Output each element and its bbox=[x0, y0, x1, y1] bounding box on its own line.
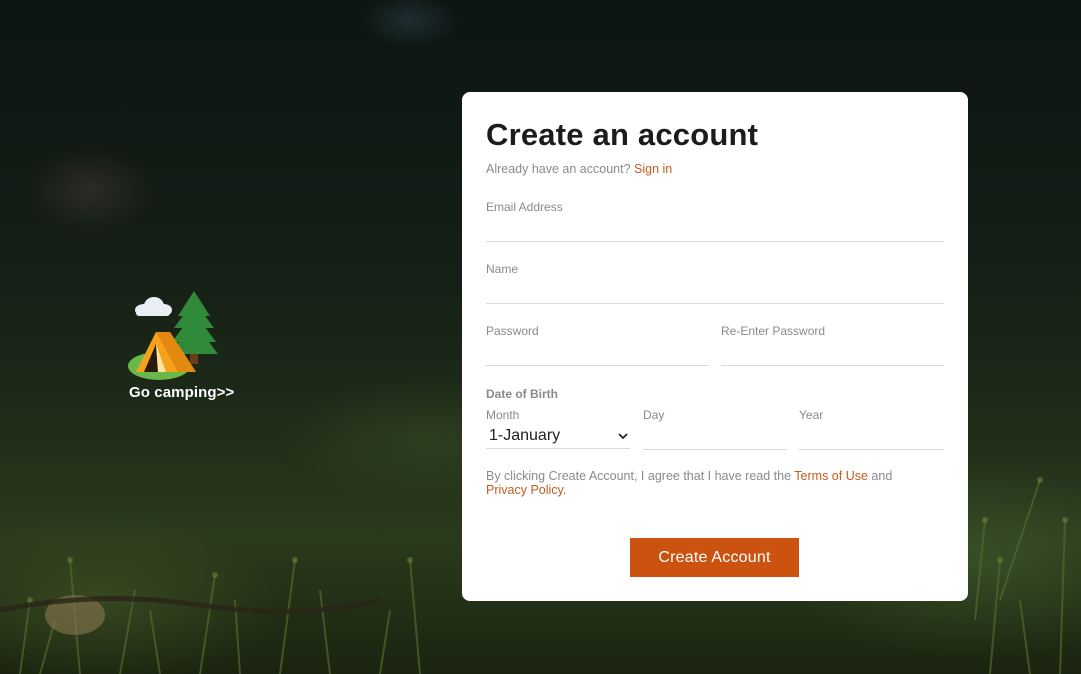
privacy-policy-link[interactable]: Privacy Policy bbox=[486, 483, 563, 497]
signin-link[interactable]: Sign in bbox=[634, 162, 672, 176]
name-field[interactable] bbox=[486, 282, 944, 304]
day-label: Day bbox=[643, 408, 665, 422]
year-label: Year bbox=[799, 408, 824, 422]
date-of-birth-heading: Date of Birth bbox=[486, 387, 558, 401]
chevron-down-icon bbox=[618, 433, 628, 440]
reenter-password-label: Re-Enter Password bbox=[721, 324, 826, 338]
email-field[interactable] bbox=[486, 220, 944, 242]
terms-period: . bbox=[562, 483, 567, 497]
month-select[interactable]: 1-January bbox=[486, 425, 630, 449]
terms-prefix: By clicking Create Account, I agree that… bbox=[486, 469, 792, 483]
password-label: Password bbox=[486, 324, 539, 338]
day-field[interactable] bbox=[643, 428, 787, 450]
logo-caption[interactable]: Go camping>> bbox=[129, 384, 234, 401]
month-selected-value: 1-January bbox=[489, 427, 561, 444]
create-account-button[interactable]: Create Account bbox=[630, 538, 799, 577]
terms-of-use-link[interactable]: Terms of Use bbox=[794, 469, 868, 483]
email-label: Email Address bbox=[486, 200, 563, 214]
password-field[interactable] bbox=[486, 344, 709, 366]
page-title: Create an account bbox=[486, 117, 759, 152]
signin-prompt-text: Already have an account? bbox=[486, 162, 631, 176]
reenter-password-field[interactable] bbox=[721, 344, 944, 366]
signin-prompt: Already have an account? Sign in bbox=[486, 162, 672, 176]
name-label: Name bbox=[486, 262, 519, 276]
terms-notice: By clicking Create Account, I agree that… bbox=[486, 469, 926, 497]
year-field[interactable] bbox=[799, 428, 944, 450]
terms-and: and bbox=[871, 469, 893, 483]
month-label: Month bbox=[486, 408, 520, 422]
signup-card: Create an account Already have an accoun… bbox=[462, 92, 968, 601]
